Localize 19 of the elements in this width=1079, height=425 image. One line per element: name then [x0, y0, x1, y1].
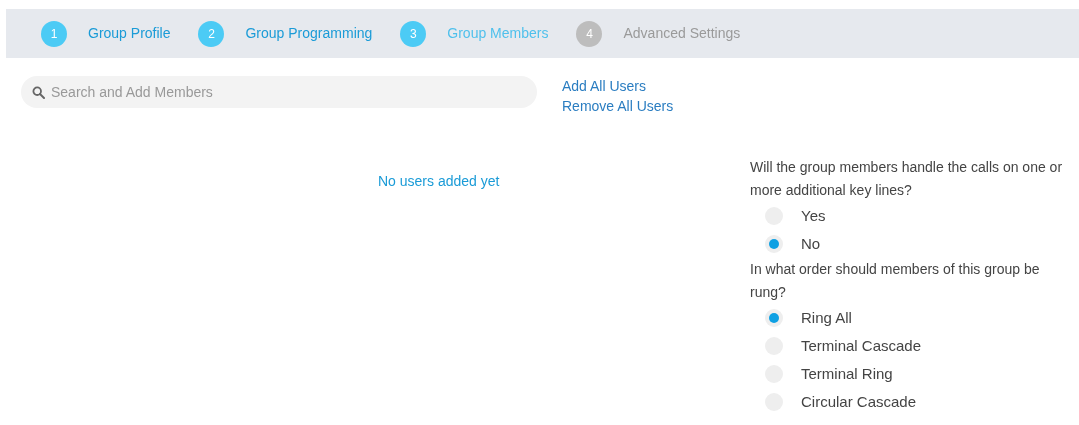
option-label[interactable]: Ring All: [801, 306, 852, 330]
step-number: 4: [576, 20, 603, 47]
question-text: In what order should members of this group be rung?: [750, 260, 1041, 302]
link[interactable]: Add All Users: [562, 76, 674, 96]
step-number: 1: [41, 20, 67, 47]
option-label[interactable]: Yes: [801, 204, 826, 228]
search-icon: [32, 86, 45, 99]
search-field[interactable]: Search and Add Members: [21, 76, 537, 108]
empty-message: No users added yet: [378, 173, 500, 189]
question-text: Will the group members handle the calls on one or more additional key lines?: [750, 158, 1064, 200]
link[interactable]: Remove All Users: [562, 96, 674, 116]
option-label[interactable]: Terminal Ring: [801, 362, 893, 386]
option-label[interactable]: Terminal Cascade: [801, 334, 922, 358]
option-label[interactable]: No: [801, 232, 821, 256]
radio-button[interactable]: [765, 309, 783, 327]
option-label[interactable]: Circular Cascade: [801, 390, 917, 414]
step-number: 3: [400, 20, 427, 47]
step-number: 2: [198, 20, 225, 47]
radio-button[interactable]: [765, 235, 783, 253]
